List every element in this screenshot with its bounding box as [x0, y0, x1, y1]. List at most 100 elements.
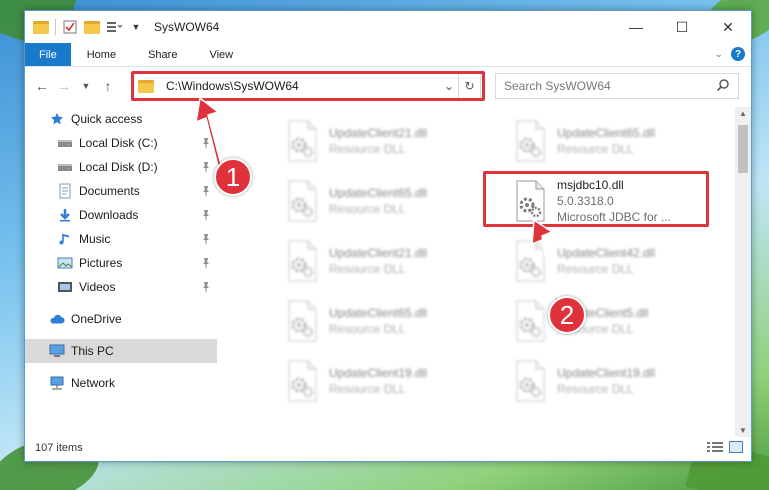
cloud-icon: [49, 311, 65, 327]
dll-file-icon: [511, 119, 549, 163]
sidebar-item-label: This PC: [71, 344, 114, 358]
explorer-window: ▼ SysWOW64 — ☐ ✕ File Home Share View ⌄ …: [24, 10, 752, 462]
sidebar-item-label: Videos: [79, 280, 116, 294]
recent-locations-button[interactable]: ▼: [75, 75, 97, 97]
dll-file-icon: [283, 299, 321, 343]
file-type: Resource DLL: [557, 142, 634, 156]
pin-icon: [201, 137, 211, 152]
pin-icon: [201, 185, 211, 200]
sidebar-item-label: Pictures: [79, 256, 123, 270]
tab-home[interactable]: Home: [71, 43, 132, 66]
details-view-icon[interactable]: [707, 441, 723, 456]
file-item[interactable]: UpdateClient19.dll Resource DLL: [283, 353, 511, 409]
sidebar-item-onedrive[interactable]: OneDrive: [25, 307, 217, 331]
pin-icon: [201, 161, 211, 176]
file-item[interactable]: UpdateClient19.dll Resource DLL: [511, 353, 733, 409]
search-icon: [716, 78, 730, 95]
navigation-bar: ← → ▼ ↑ C:\Windows\SysWOW64 ⌄ ↻ Search S…: [25, 67, 751, 105]
sidebar-item-label: Local Disk (D:): [79, 160, 158, 174]
file-item[interactable]: UpdateClient21.dll Resource DLL: [283, 113, 511, 169]
sidebar-item-label: Downloads: [79, 208, 139, 222]
up-button[interactable]: ↑: [97, 75, 119, 97]
music-icon: [57, 231, 73, 247]
new-folder-icon[interactable]: [84, 19, 100, 35]
file-item[interactable]: UpdateClient21.dll Resource DLL: [283, 233, 511, 289]
tab-view[interactable]: View: [193, 43, 249, 66]
maximize-button[interactable]: ☐: [659, 11, 705, 43]
file-name: UpdateClient65.dll: [329, 306, 428, 320]
file-name: UpdateClient65.dll: [557, 126, 656, 140]
pin-icon: [201, 209, 211, 224]
large-icons-view-icon[interactable]: [729, 441, 743, 456]
back-button[interactable]: ←: [31, 75, 53, 97]
dll-file-icon: [283, 179, 321, 223]
divider: [55, 19, 56, 35]
tab-share[interactable]: Share: [132, 43, 193, 66]
vertical-scrollbar[interactable]: ▲ ▼: [735, 107, 751, 437]
pin-icon: [201, 233, 211, 248]
search-input[interactable]: Search SysWOW64: [495, 73, 739, 99]
drive-icon: [57, 135, 73, 151]
file-type: Resource DLL: [329, 202, 406, 216]
address-highlight-box: [131, 71, 485, 101]
file-item[interactable]: UpdateClient42.dll Resource DLL: [511, 233, 733, 289]
dll-file-icon: [283, 119, 321, 163]
sidebar-item-this-pc[interactable]: This PC: [25, 339, 217, 363]
ribbon-tabs: File Home Share View ⌄ ?: [25, 43, 751, 67]
expand-ribbon-icon[interactable]: ⌄: [715, 49, 723, 60]
sidebar-item-label: Quick access: [71, 112, 143, 126]
sidebar-item-network[interactable]: Network: [25, 371, 217, 395]
status-bar: 107 items: [25, 435, 751, 461]
window-title: SysWOW64: [154, 20, 220, 34]
videos-icon: [57, 279, 73, 295]
file-item[interactable]: UpdateClient65.dll Resource DLL: [283, 173, 511, 229]
folder-icon: [33, 19, 49, 35]
sidebar-item-music[interactable]: Music: [25, 227, 217, 251]
item-count: 107 items: [35, 442, 83, 454]
close-button[interactable]: ✕: [705, 11, 751, 43]
help-icon[interactable]: ?: [731, 47, 745, 61]
file-list: UpdateClient21.dll Resource DLL UpdateClie…: [225, 107, 733, 437]
sidebar-item-videos[interactable]: Videos: [25, 275, 217, 299]
file-name: UpdateClient19.dll: [329, 366, 428, 380]
sidebar-item-label: Documents: [79, 184, 140, 198]
minimize-button[interactable]: —: [613, 11, 659, 43]
pictures-icon: [57, 255, 73, 271]
sidebar-item-label: Network: [71, 376, 116, 390]
file-highlight-box: [483, 171, 709, 227]
file-name: UpdateClient65.dll: [329, 186, 428, 200]
file-type: Resource DLL: [329, 382, 406, 396]
computer-icon: [49, 343, 65, 359]
pin-icon: [201, 257, 211, 272]
scrollbar-thumb[interactable]: [738, 125, 748, 173]
file-item[interactable]: UpdateClient5.dll Resource DLL: [511, 293, 733, 349]
dll-file-icon: [511, 299, 549, 343]
file-type: Resource DLL: [329, 322, 406, 336]
customize-toolbar-icon[interactable]: [106, 19, 122, 35]
properties-icon[interactable]: [62, 19, 78, 35]
tab-file[interactable]: File: [25, 43, 71, 66]
ribbon-right: ⌄ ?: [715, 47, 745, 61]
scroll-up-icon[interactable]: ▲: [739, 109, 747, 118]
sidebar-item-pictures[interactable]: Pictures: [25, 251, 217, 275]
documents-icon: [57, 183, 73, 199]
file-item[interactable]: UpdateClient65.dll Resource DLL: [511, 113, 733, 169]
navigation-pane: Quick access Local Disk (C:) Local Disk (D…: [25, 107, 217, 437]
download-icon: [57, 207, 73, 223]
sidebar-item-label: Local Disk (C:): [79, 136, 158, 150]
file-name: UpdateClient19.dll: [557, 366, 656, 380]
forward-button[interactable]: →: [53, 75, 75, 97]
chevron-down-icon[interactable]: ▼: [128, 19, 144, 35]
sidebar-item-downloads[interactable]: Downloads: [25, 203, 217, 227]
sidebar-item-local-disk-d[interactable]: Local Disk (D:): [25, 155, 217, 179]
file-type: Resource DLL: [557, 262, 634, 276]
file-type: Resource DLL: [329, 142, 406, 156]
file-name: UpdateClient21.dll: [329, 126, 428, 140]
step-2-badge: 2: [548, 296, 586, 334]
sidebar-item-quick-access[interactable]: Quick access: [25, 107, 217, 131]
file-item[interactable]: UpdateClient65.dll Resource DLL: [283, 293, 511, 349]
scroll-down-icon[interactable]: ▼: [739, 426, 747, 435]
file-name: UpdateClient42.dll: [557, 246, 656, 260]
sidebar-item-local-disk-c[interactable]: Local Disk (C:): [25, 131, 217, 155]
sidebar-item-documents[interactable]: Documents: [25, 179, 217, 203]
